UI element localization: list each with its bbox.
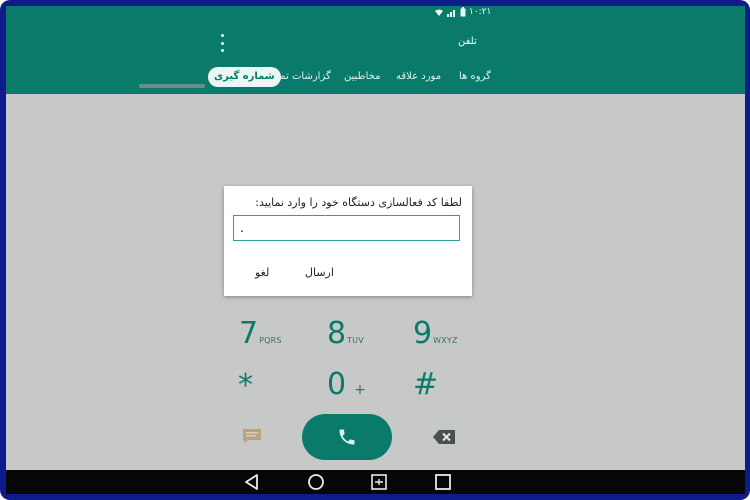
tab-groups[interactable]: گروه ها <box>459 62 491 92</box>
tab-groups-label: گروه ها <box>459 71 491 82</box>
key-8-digit: 8 <box>327 316 347 351</box>
status-time: ۱۰:۲۱ <box>469 7 492 17</box>
key-7-digit: 7 <box>239 316 259 351</box>
message-icon[interactable] <box>242 428 262 444</box>
tab-favorites[interactable]: مورد علاقه <box>396 62 441 92</box>
call-button[interactable] <box>302 414 392 460</box>
dialog-title: لطفا کد فعالسازی دستگاه خود را وارد نمای… <box>255 196 462 209</box>
key-0-digit: 0 <box>327 367 347 402</box>
phone-icon <box>339 429 355 445</box>
screenshot-icon[interactable] <box>370 474 388 490</box>
wifi-icon <box>435 9 443 16</box>
tab-contacts[interactable]: مخاطبین <box>344 62 380 92</box>
battery-icon <box>460 7 466 17</box>
key-9-digit: 9 <box>413 316 433 351</box>
key-9-letters: WXYZ <box>433 336 458 345</box>
signal-icon <box>447 9 455 17</box>
status-bar: ۱۰:۲۱ <box>6 6 745 18</box>
key-7[interactable]: 7 PQRS <box>239 319 282 349</box>
backspace-icon[interactable] <box>432 429 456 445</box>
key-star[interactable]: * <box>238 371 253 401</box>
navigation-bar <box>6 470 745 494</box>
tab-dialpad-label: شماره گیری <box>208 67 281 87</box>
screen: ۱۰:۲۱ تلفن گروه ها مورد علاقه مخاطبین گز… <box>6 6 745 494</box>
cancel-button[interactable]: لغو <box>255 266 269 279</box>
key-8-letters: TUV <box>347 336 364 345</box>
tab-favorites-label: مورد علاقه <box>396 71 442 82</box>
home-icon[interactable] <box>307 474 325 490</box>
device-frame: ۱۰:۲۱ تلفن گروه ها مورد علاقه مخاطبین گز… <box>0 0 750 500</box>
tab-contacts-label: مخاطبین <box>344 71 381 82</box>
key-7-letters: PQRS <box>259 336 282 345</box>
key-hash[interactable]: # <box>413 370 438 400</box>
menu-icon[interactable] <box>216 34 228 52</box>
key-hash-symbol: # <box>413 367 439 402</box>
activation-code-input[interactable] <box>233 215 460 241</box>
tab-bar: گروه ها مورد علاقه مخاطبین گزارشات تماس … <box>6 62 745 92</box>
back-icon[interactable] <box>243 474 261 490</box>
key-9[interactable]: 9 WXYZ <box>413 319 458 349</box>
send-button[interactable]: ارسال <box>305 266 334 279</box>
key-0[interactable]: 0 + <box>327 370 366 400</box>
app-bar: تلفن گروه ها مورد علاقه مخاطبین گزارشات … <box>6 18 745 94</box>
key-0-plus: + <box>354 382 366 398</box>
app-title: تلفن <box>458 36 477 47</box>
tab-indicator <box>139 84 205 88</box>
recents-icon[interactable] <box>434 474 452 490</box>
activation-dialog: لطفا کد فعالسازی دستگاه خود را وارد نمای… <box>224 186 472 296</box>
status-icons: ۱۰:۲۱ <box>434 6 491 18</box>
key-8[interactable]: 8 TUV <box>327 319 364 349</box>
key-star-symbol: * <box>238 368 253 403</box>
